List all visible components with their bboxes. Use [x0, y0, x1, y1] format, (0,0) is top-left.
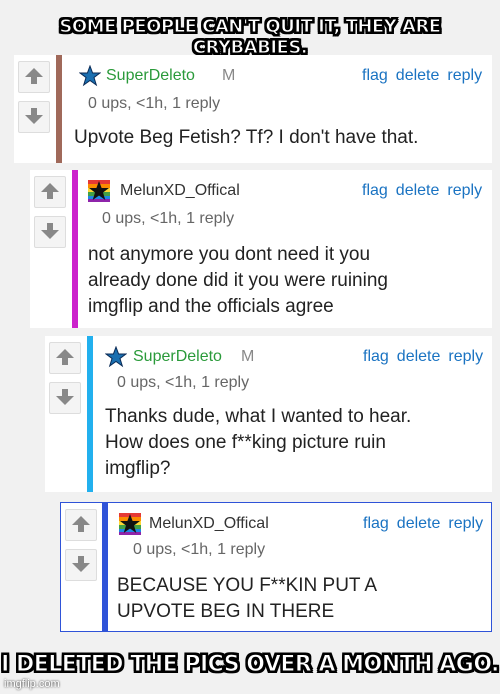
- flag-link[interactable]: flag: [362, 67, 388, 84]
- comment-1: SuperDeleto M flag delete reply 0 ups, <1h…: [14, 55, 492, 163]
- flag-link[interactable]: flag: [362, 182, 388, 199]
- downvote-button[interactable]: [18, 101, 50, 133]
- imgflip-watermark: imgflip.com: [4, 678, 60, 690]
- upvote-button[interactable]: [34, 176, 66, 208]
- comment-text: not anymore you dont need it you already…: [88, 244, 388, 317]
- upvote-button[interactable]: [49, 342, 81, 374]
- comment-text: BECAUSE YOU F**KIN PUT A UPVOTE BEG IN T…: [117, 575, 377, 622]
- comment-meta: 0 ups, <1h, 1 reply: [117, 374, 250, 391]
- mod-badge: M: [222, 67, 236, 84]
- rainbow-star-icon: [119, 513, 141, 535]
- delete-link[interactable]: delete: [397, 348, 441, 365]
- upvote-button[interactable]: [65, 509, 97, 541]
- flag-link[interactable]: flag: [363, 515, 389, 532]
- mod-badge: M: [241, 348, 255, 365]
- star-icon: [79, 65, 101, 87]
- downvote-button[interactable]: [49, 382, 81, 414]
- reply-link[interactable]: reply: [448, 348, 483, 365]
- delete-link[interactable]: delete: [397, 515, 441, 532]
- downvote-button[interactable]: [65, 549, 97, 581]
- reply-link[interactable]: reply: [448, 515, 483, 532]
- comment-actions: flag delete reply: [354, 67, 482, 85]
- bottom-caption: I DELETED THE PICS OVER A MONTH AGO.: [1, 652, 500, 678]
- top-caption: SOME PEOPLE CAN'T QUIT IT, THEY ARE CRYB…: [59, 16, 442, 59]
- comment-bar: [102, 502, 108, 632]
- reply-link[interactable]: reply: [447, 67, 482, 84]
- comment-username[interactable]: MelunXD_Offical: [149, 515, 269, 533]
- comment-meta: 0 ups, <1h, 1 reply: [102, 210, 235, 227]
- comment-actions: flag delete reply: [355, 515, 483, 533]
- comment-username[interactable]: SuperDeleto: [133, 348, 222, 366]
- downvote-button[interactable]: [34, 216, 66, 248]
- comment-username[interactable]: MelunXD_Offical: [120, 182, 240, 200]
- upvote-button[interactable]: [18, 61, 50, 93]
- delete-link[interactable]: delete: [396, 67, 440, 84]
- comment-bar: [72, 170, 78, 328]
- comment-text: Thanks dude, what I wanted to hear. How …: [105, 406, 412, 479]
- comment-username[interactable]: SuperDeleto: [106, 67, 195, 85]
- comment-3: SuperDeleto M flag delete reply 0 ups, <1h…: [45, 336, 492, 492]
- comment-text: Upvote Beg Fetish? Tf? I don't have that…: [74, 127, 419, 148]
- flag-link[interactable]: flag: [363, 348, 389, 365]
- delete-link[interactable]: delete: [396, 182, 440, 199]
- comment-bar: [56, 55, 62, 163]
- comment-actions: flag delete reply: [354, 182, 482, 200]
- rainbow-star-icon: [88, 180, 110, 202]
- comment-4: MelunXD_Offical flag delete reply 0 ups, <…: [60, 502, 492, 632]
- star-icon: [105, 346, 127, 368]
- comment-actions: flag delete reply: [355, 348, 483, 366]
- comment-2: MelunXD_Offical flag delete reply 0 ups, <…: [30, 170, 492, 328]
- comment-bar: [87, 336, 93, 492]
- comment-meta: 0 ups, <1h, 1 reply: [133, 541, 266, 558]
- comment-meta: 0 ups, <1h, 1 reply: [88, 95, 221, 112]
- reply-link[interactable]: reply: [447, 182, 482, 199]
